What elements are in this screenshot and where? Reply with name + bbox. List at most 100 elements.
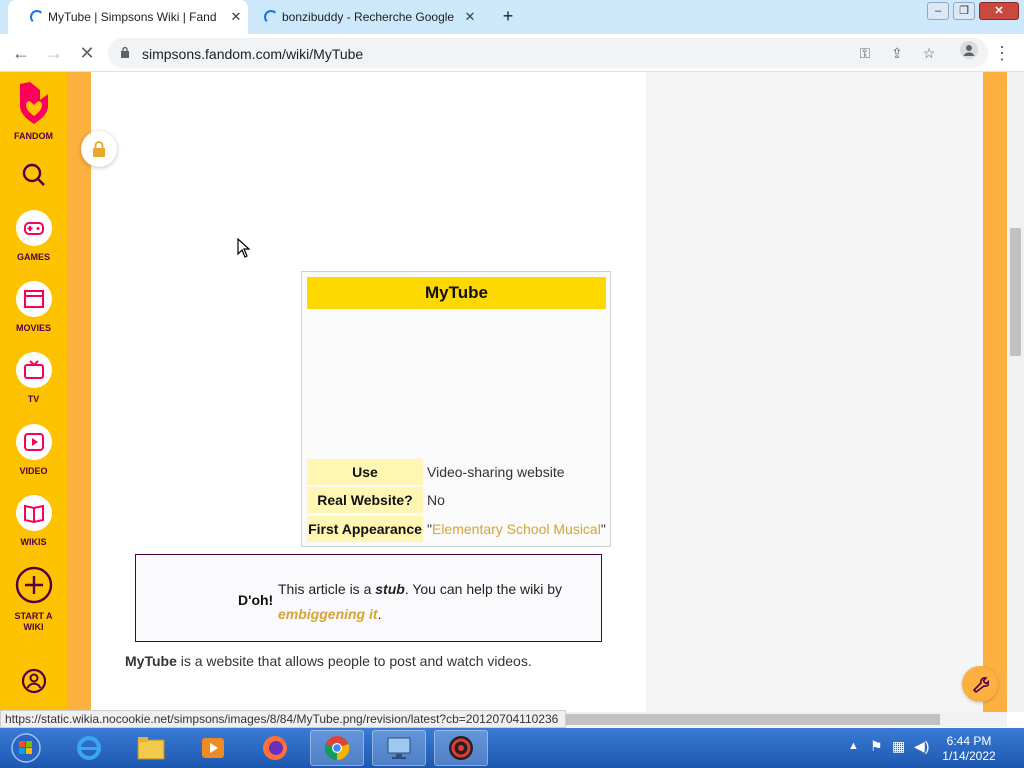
new-tab-button[interactable]: + bbox=[496, 5, 520, 29]
rail-item-movies[interactable]: MOVIES bbox=[0, 281, 67, 334]
tab-title: bonzibuddy - Recherche Google bbox=[282, 10, 455, 24]
minimize-button[interactable]: – bbox=[927, 2, 949, 20]
rail-item-wikis[interactable]: WIKIS bbox=[0, 495, 67, 548]
fandom-global-nav: FANDOM GAMES MOVIES TV VIDEO WIKIS START… bbox=[0, 72, 67, 712]
infobox-label: First Appearance bbox=[307, 516, 423, 542]
vertical-scrollbar[interactable] bbox=[1007, 72, 1024, 712]
episode-link[interactable]: Elementary School Musical bbox=[432, 521, 601, 537]
folder-icon bbox=[137, 737, 165, 760]
scrollbar-thumb[interactable] bbox=[1010, 228, 1021, 356]
search-button[interactable] bbox=[0, 162, 67, 193]
protected-page-badge[interactable] bbox=[81, 131, 117, 167]
infobox-label: Real Website? bbox=[307, 487, 423, 513]
status-bar: https://static.wikia.nocookie.net/simpso… bbox=[0, 710, 566, 728]
infobox-value: No bbox=[427, 492, 445, 508]
gamepad-icon bbox=[23, 222, 44, 235]
search-icon bbox=[22, 163, 45, 186]
internet-explorer-icon bbox=[77, 736, 101, 760]
close-tab-icon[interactable]: ✕ bbox=[462, 9, 478, 25]
stub-notice: D'oh! This article is a stub. You can he… bbox=[135, 554, 602, 642]
rail-label: TV bbox=[27, 394, 40, 404]
article-subject: MyTube bbox=[125, 653, 177, 669]
bookmark-star-icon[interactable]: ☆ bbox=[920, 44, 938, 62]
start-button[interactable] bbox=[4, 730, 48, 766]
page-gutter-left bbox=[67, 72, 91, 712]
record-icon bbox=[449, 736, 473, 760]
rail-item-tv[interactable]: TV bbox=[0, 352, 67, 405]
infobox-value: "Elementary School Musical" bbox=[427, 521, 606, 537]
rail-label: START A WIKI bbox=[14, 611, 53, 632]
rail-item-games[interactable]: GAMES bbox=[0, 210, 67, 263]
taskbar-media-player[interactable] bbox=[186, 730, 240, 766]
browser-toolbar: ← → ✕ simpsons.fandom.com/wiki/MyTube ⚿ … bbox=[0, 34, 1024, 72]
infobox-title: MyTube bbox=[307, 277, 606, 309]
fandom-logo[interactable]: FANDOM bbox=[0, 80, 67, 142]
embiggen-link[interactable]: embiggening it bbox=[278, 606, 378, 622]
share-icon[interactable]: ⇪ bbox=[888, 44, 906, 62]
tools-button[interactable] bbox=[962, 666, 998, 702]
clock-date: 1/14/2022 bbox=[942, 749, 996, 763]
tab-mytube[interactable]: MyTube | Simpsons Wiki | Fandom ✕ bbox=[8, 0, 248, 34]
address-bar[interactable]: simpsons.fandom.com/wiki/MyTube ⚿ ⇪ ☆ bbox=[108, 38, 988, 68]
back-button[interactable]: ← bbox=[9, 41, 33, 65]
book-icon bbox=[23, 504, 44, 523]
taskbar-recorder[interactable] bbox=[434, 730, 488, 766]
stop-loading-button[interactable]: ✕ bbox=[75, 41, 99, 65]
padlock-icon bbox=[93, 141, 105, 157]
horizontal-scrollbar[interactable] bbox=[566, 712, 1007, 727]
rail-label: MOVIES bbox=[15, 323, 51, 333]
scrollbar-thumb[interactable] bbox=[566, 714, 940, 725]
firefox-icon bbox=[263, 736, 287, 760]
rail-item-account[interactable] bbox=[0, 668, 67, 699]
taskbar-remote-desktop[interactable] bbox=[372, 730, 426, 766]
chrome-icon bbox=[324, 736, 350, 761]
taskbar-ie[interactable] bbox=[62, 730, 116, 766]
windows-logo-icon bbox=[11, 733, 41, 763]
maximize-button[interactable]: ❐ bbox=[953, 2, 975, 20]
tab-strip: MyTube | Simpsons Wiki | Fandom ✕ bonzib… bbox=[0, 0, 1024, 34]
rail-label: GAMES bbox=[16, 252, 50, 262]
windows-taskbar: ▲ ⚑ ▦ ◀) bbox=[0, 728, 1024, 768]
taskbar-explorer[interactable] bbox=[124, 730, 178, 766]
fandom-heart-icon bbox=[19, 82, 48, 124]
plus-circle-icon bbox=[15, 566, 52, 604]
close-window-button[interactable]: ✕ bbox=[979, 2, 1019, 20]
infobox-value: Video-sharing website bbox=[427, 464, 565, 480]
user-circle-icon bbox=[21, 668, 46, 694]
infobox-label: Use bbox=[307, 459, 423, 485]
volume-icon[interactable]: ◀) bbox=[914, 738, 929, 755]
rail-label: VIDEO bbox=[19, 466, 48, 476]
taskbar-clock[interactable]: 6:44 PM 1/14/2022 bbox=[936, 734, 1002, 764]
right-rail bbox=[646, 72, 983, 712]
fandom-logo-label: FANDOM bbox=[14, 131, 53, 141]
tab-google[interactable]: bonzibuddy - Recherche Google ✕ bbox=[250, 0, 490, 34]
taskbar-firefox[interactable] bbox=[248, 730, 302, 766]
wrench-icon bbox=[972, 677, 989, 693]
network-icon[interactable]: ▦ bbox=[892, 738, 905, 755]
play-icon bbox=[23, 433, 44, 451]
forward-button[interactable]: → bbox=[42, 41, 66, 65]
stub-text: This article is a stub. You can help the… bbox=[278, 581, 563, 622]
close-tab-icon[interactable]: ✕ bbox=[228, 9, 244, 25]
infobox: MyTube Use Video-sharing website Real We… bbox=[301, 271, 611, 547]
loading-spinner-icon bbox=[264, 10, 278, 24]
rail-item-video[interactable]: VIDEO bbox=[0, 424, 67, 477]
monitor-icon bbox=[387, 737, 411, 759]
mouse-cursor-icon bbox=[237, 238, 251, 258]
rail-item-start-wiki[interactable]: START A WIKI bbox=[0, 566, 67, 633]
stub-emphasis: stub bbox=[375, 581, 405, 597]
stub-doh-label: D'oh! bbox=[238, 592, 274, 608]
clapperboard-icon bbox=[23, 290, 44, 308]
menu-kebab-icon[interactable]: ⋮ bbox=[990, 41, 1014, 65]
rail-label: WIKIS bbox=[20, 537, 47, 547]
key-icon[interactable]: ⚿ bbox=[856, 44, 874, 62]
tv-icon bbox=[23, 360, 44, 379]
url-text: simpsons.fandom.com/wiki/MyTube bbox=[142, 46, 364, 62]
tray-expand-icon[interactable]: ▲ bbox=[848, 740, 859, 752]
profile-icon[interactable] bbox=[957, 41, 981, 65]
infobox-row-first-appearance: First Appearance "Elementary School Musi… bbox=[307, 516, 606, 542]
page-gutter-right bbox=[983, 72, 1007, 712]
article-intro: MyTube is a website that allows people t… bbox=[125, 653, 532, 669]
taskbar-chrome[interactable] bbox=[310, 730, 364, 766]
action-center-icon[interactable]: ⚑ bbox=[870, 738, 883, 755]
